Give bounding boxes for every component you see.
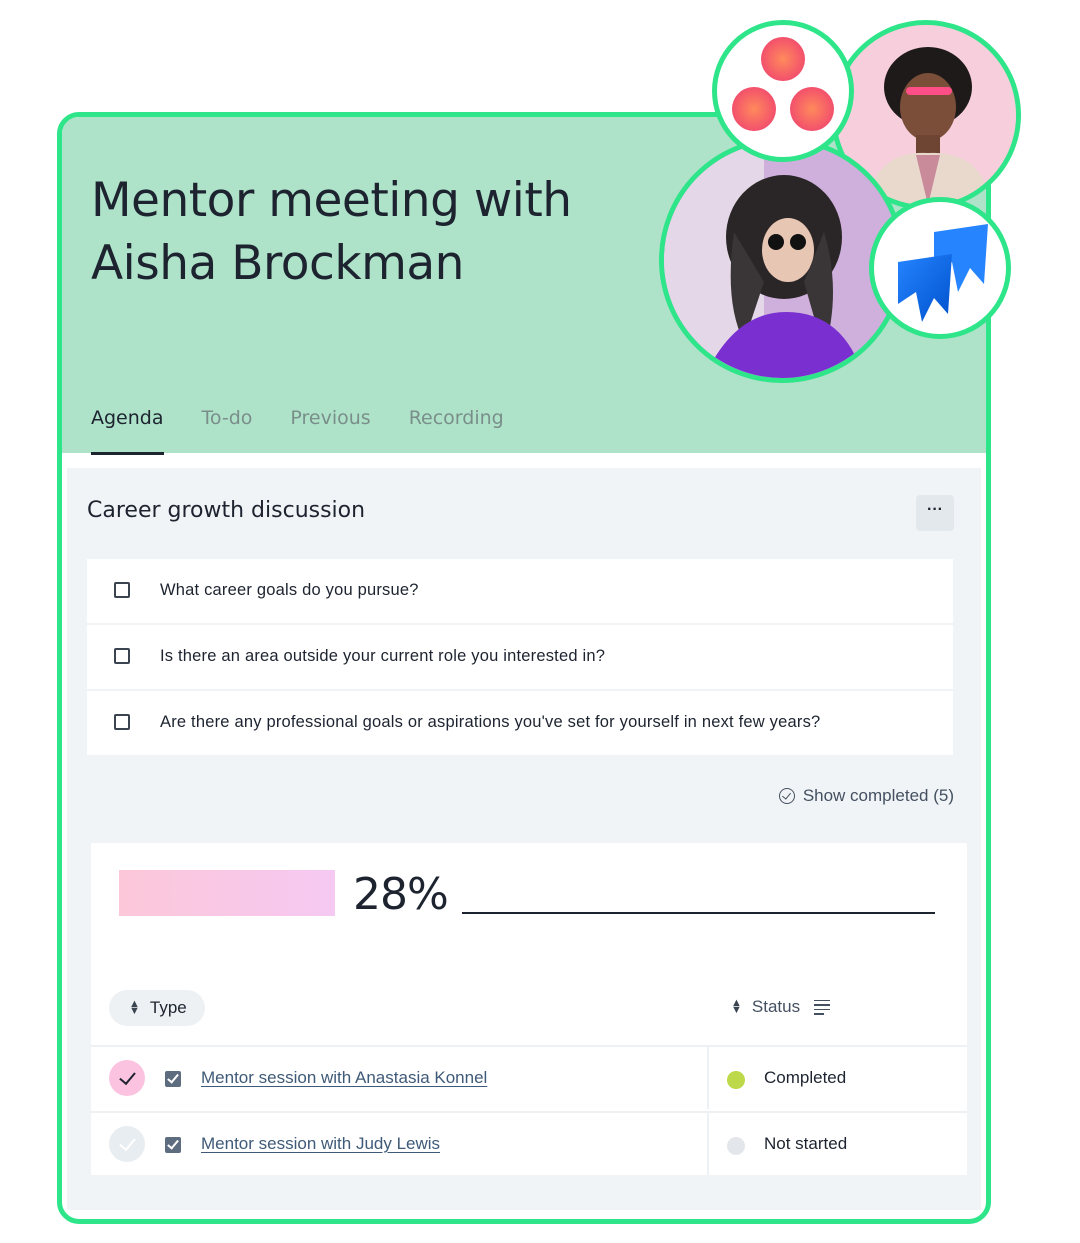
task-checkbox-icon (165, 1071, 181, 1087)
item-checkbox[interactable] (114, 582, 130, 598)
task-checkbox-icon (165, 1137, 181, 1153)
agenda-panel: Career growth discussion ··· What career… (67, 468, 981, 1210)
session-link[interactable]: Mentor session with Anastasia Konnel (201, 1068, 487, 1088)
asana-icon (732, 37, 834, 131)
sort-icon: ▲ ▼ (731, 997, 742, 1016)
filter-lines-icon[interactable] (814, 999, 831, 1015)
status-dot (727, 1071, 745, 1089)
check-circle-icon (778, 788, 795, 804)
checkmark-icon (118, 1133, 136, 1151)
more-options-button[interactable]: ··· (916, 495, 954, 531)
avatar-girl (659, 137, 905, 383)
jira-logo (869, 197, 1011, 339)
table-row: Mentor session with Judy Lewis Not start… (91, 1111, 967, 1175)
status-column-header[interactable]: ▲ ▼ Status (731, 997, 831, 1017)
type-column-header[interactable]: ▲ ▼ Type (109, 990, 205, 1026)
list-item: Are there any professional goals or aspi… (87, 691, 953, 755)
progress-card: 28% ▲ ▼ Type ▲ ▼ Status Mentor session wit… (91, 843, 967, 1175)
status-badge: Completed (764, 1068, 847, 1087)
table-row: Mentor session with Anastasia Konnel Com… (91, 1045, 967, 1109)
column-divider (707, 1047, 709, 1109)
jira-icon (898, 224, 988, 322)
completion-toggle[interactable] (109, 1126, 145, 1162)
column-divider (707, 1113, 709, 1175)
tab-recording[interactable]: Recording (409, 407, 504, 453)
progress-percent: 28% (353, 869, 449, 920)
status-column-label: Status (751, 997, 801, 1016)
status-badge: Not started (764, 1134, 848, 1153)
list-item: What career goals do you pursue? (87, 559, 953, 623)
girl-portrait-icon (664, 142, 900, 378)
session-link[interactable]: Mentor session with Judy Lewis (201, 1134, 440, 1154)
tab-previous[interactable]: Previous (290, 407, 370, 453)
item-checkbox[interactable] (114, 648, 130, 664)
item-checkbox[interactable] (114, 714, 130, 730)
completion-toggle[interactable] (109, 1060, 145, 1096)
sort-icon: ▲ ▼ (129, 998, 140, 1017)
title-line-1: Mentor meeting with (91, 173, 572, 228)
show-completed-button[interactable]: Show completed (5) (778, 786, 954, 806)
checkmark-icon (118, 1067, 136, 1085)
page-title: Mentor meeting with Aisha Brockman (91, 169, 611, 295)
title-line-2: Aisha Brockman (91, 236, 464, 291)
item-text: Is there an area outside your current ro… (160, 647, 606, 665)
type-column-label: Type (149, 998, 187, 1017)
item-text: Are there any professional goals or aspi… (160, 713, 821, 731)
tab-todo[interactable]: To-do (202, 407, 253, 453)
item-text: What career goals do you pursue? (160, 581, 419, 599)
show-completed-label: Show completed (5) (802, 786, 954, 805)
progress-track-line (462, 912, 935, 914)
section-title: Career growth discussion (87, 498, 366, 523)
tab-bar: Agenda To-do Previous Recording (91, 407, 542, 455)
asana-logo (712, 20, 854, 162)
tab-agenda[interactable]: Agenda (91, 407, 164, 455)
progress-bar (119, 870, 335, 916)
list-item: Is there an area outside your current ro… (87, 625, 953, 689)
agenda-list: What career goals do you pursue? Is ther… (87, 559, 953, 757)
status-dot (727, 1137, 745, 1155)
